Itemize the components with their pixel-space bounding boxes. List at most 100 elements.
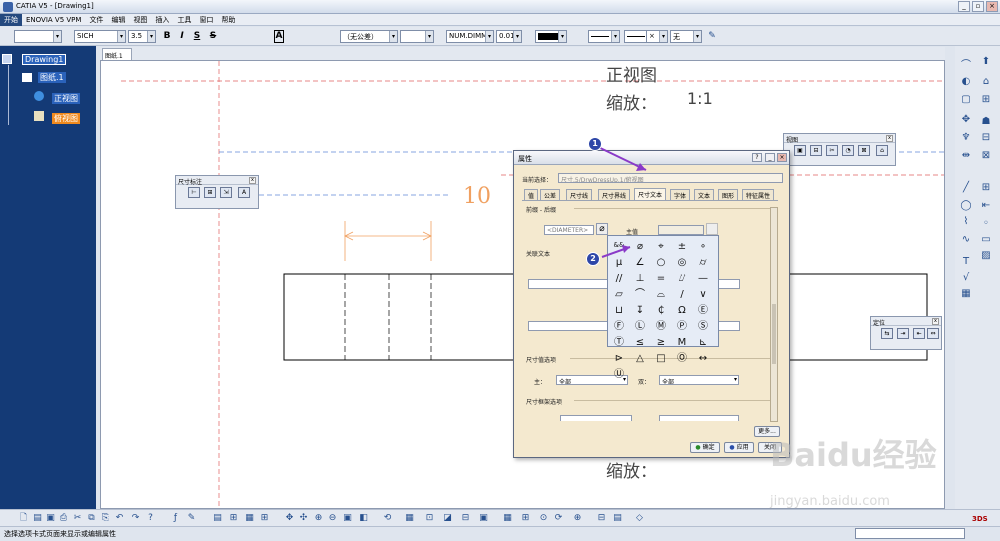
tab-value[interactable]: 值 xyxy=(524,189,539,200)
detail-view-icon[interactable]: ◔ xyxy=(842,145,854,156)
normal-view-icon[interactable]: ▣ xyxy=(342,513,353,524)
symbol-option[interactable]: ≤ xyxy=(633,336,647,350)
tree-node-top-view[interactable]: 俯视图 xyxy=(52,113,80,124)
symbol-option[interactable]: Ⓣ xyxy=(612,336,626,350)
symbol-option[interactable]: = xyxy=(654,272,668,286)
apply-button[interactable]: ● 应用 xyxy=(724,442,754,453)
hide-show-icon[interactable]: ◧ xyxy=(358,513,369,524)
clipping-view-icon[interactable]: ⊠ xyxy=(858,145,870,156)
tolerance-select[interactable]: （无公差） ▾ xyxy=(340,30,398,43)
frame-select-dual[interactable] xyxy=(659,415,739,421)
paste-icon[interactable]: ⎘ xyxy=(100,513,111,524)
catalog-icon[interactable]: ▦ xyxy=(244,513,255,524)
pan-icon[interactable]: ✣ xyxy=(298,513,309,524)
assoc-text-below[interactable] xyxy=(528,321,608,331)
symbol-option[interactable]: ⌒ xyxy=(633,288,647,302)
sheet-icon[interactable]: ▤ xyxy=(212,513,223,524)
align-icon[interactable]: ⇆ xyxy=(881,328,893,339)
tab-font[interactable]: 字体 xyxy=(670,189,691,200)
swap-icon[interactable]: ⟲ xyxy=(382,513,393,524)
frame-button[interactable]: A xyxy=(274,30,284,43)
grid-icon[interactable]: ⊞ xyxy=(979,182,993,194)
underline-button[interactable]: S xyxy=(192,30,202,43)
select-icon[interactable]: ⬆ xyxy=(979,56,993,68)
symbol-option[interactable]: ○ xyxy=(654,256,668,270)
symbol-option[interactable]: △ xyxy=(633,352,647,366)
dimension-style-select[interactable]: NUM.DIMM ▾ xyxy=(446,30,494,43)
symbol-option[interactable]: Ⓤ xyxy=(612,368,626,382)
symbol-option[interactable]: ⌖ xyxy=(654,240,668,254)
projection-view-icon[interactable]: ⊟ xyxy=(810,145,822,156)
frame-tool-icon[interactable]: ▢ xyxy=(959,94,973,106)
symbol-option[interactable]: Ⓕ xyxy=(612,320,626,334)
fill-icon[interactable]: ▨ xyxy=(979,250,993,262)
linetype-select[interactable]: ▾ xyxy=(588,30,620,43)
analysis-icon[interactable]: ◪ xyxy=(442,513,453,524)
restore-button[interactable]: ▫ xyxy=(972,1,984,12)
leader-icon[interactable]: √ xyxy=(959,272,973,284)
chained-dimension-icon[interactable]: ⊞ xyxy=(204,187,216,198)
annotation-icon[interactable]: ⊠ xyxy=(979,150,993,162)
front-view-tool-icon[interactable]: ▣ xyxy=(794,145,806,156)
tab-feature-properties[interactable]: 特征属性 xyxy=(742,189,775,200)
help-icon[interactable]: ? xyxy=(145,513,156,524)
close-button[interactable]: × xyxy=(777,153,787,162)
menu-help[interactable]: 帮助 xyxy=(217,14,239,26)
close-icon[interactable]: x xyxy=(249,177,256,184)
symbol-option[interactable]: ≥ xyxy=(654,336,668,350)
grid-tool-icon[interactable]: ⊞ xyxy=(979,94,993,106)
symbol-option[interactable]: ∨ xyxy=(696,288,710,302)
snap-icon[interactable]: ⊡ xyxy=(424,513,435,524)
print-icon[interactable]: ⎙ xyxy=(58,513,69,524)
bold-button[interactable]: B xyxy=(162,30,172,43)
tree-node-drawing[interactable]: Drawing1 xyxy=(22,54,67,65)
ok-button[interactable]: ● 确定 xyxy=(690,442,720,453)
symbol-option[interactable]: M xyxy=(675,336,689,350)
dimension-system-icon[interactable]: ▣ xyxy=(478,513,489,524)
symbol-option[interactable]: — xyxy=(696,272,710,286)
balloon-icon[interactable]: ⊙ xyxy=(538,513,549,524)
menu-enovia[interactable]: ENOVIA V5 VPM xyxy=(22,15,85,25)
anchor-icon[interactable]: ♆ xyxy=(959,132,973,144)
zoom-in-icon[interactable]: ⊕ xyxy=(313,513,324,524)
constraints-icon[interactable]: ⊟ xyxy=(460,513,471,524)
symbol-option[interactable]: ⊳ xyxy=(612,352,626,366)
dress-up-icon[interactable]: ☗ xyxy=(979,116,993,128)
menu-tools[interactable]: 工具 xyxy=(173,14,195,26)
tab-graphic[interactable]: 图形 xyxy=(718,189,739,200)
dimension-icon[interactable]: ⊢ xyxy=(188,187,200,198)
stretch-icon[interactable]: ⇹ xyxy=(959,150,973,162)
symbol-option[interactable]: ↧ xyxy=(633,304,647,318)
layer-icon[interactable]: ⊞ xyxy=(228,513,239,524)
font-select[interactable]: SICH ▾ xyxy=(74,30,126,43)
filter-icon[interactable]: ⊕ xyxy=(572,513,583,524)
copy-icon[interactable]: ⧉ xyxy=(86,513,97,524)
tab-text[interactable]: 文本 xyxy=(694,189,715,200)
spline-icon[interactable]: ⌇ xyxy=(959,216,973,228)
symbol-option[interactable]: ⌰ xyxy=(675,272,689,286)
table-display-icon[interactable]: ▦ xyxy=(502,513,513,524)
formula-icon[interactable]: ƒ xyxy=(170,513,181,524)
symbol-option[interactable]: Ⓛ xyxy=(633,320,647,334)
symbol-option[interactable]: Ⓟ xyxy=(675,320,689,334)
symbol-option[interactable]: ⊔ xyxy=(612,304,626,318)
menu-window[interactable]: 窗口 xyxy=(195,14,217,26)
symbol-option[interactable]: Ⓔ xyxy=(696,304,710,318)
circle-icon[interactable]: ◯ xyxy=(959,200,973,212)
help-button[interactable]: ? xyxy=(752,153,762,162)
command-input[interactable] xyxy=(855,528,965,539)
symbol-option[interactable]: ◎ xyxy=(675,256,689,270)
close-button[interactable]: × xyxy=(986,1,998,12)
symbol-option[interactable]: ∘ xyxy=(696,240,710,254)
symbol-option[interactable]: Ⓢ xyxy=(696,320,710,334)
tolerance-value-select[interactable]: ▾ xyxy=(400,30,434,43)
symbol-option[interactable]: ⏥ xyxy=(612,288,626,302)
dimension-value[interactable]: 10 xyxy=(463,184,491,209)
symbol-option[interactable]: □ xyxy=(654,352,668,366)
view-wizard-icon[interactable]: ⌂ xyxy=(876,145,888,156)
close-icon[interactable]: x xyxy=(886,135,893,142)
minimize-button[interactable]: _ xyxy=(958,1,970,12)
rectangle-icon[interactable]: ▭ xyxy=(979,234,993,246)
new-icon[interactable]: 🗋 xyxy=(18,513,29,524)
symbol-option[interactable]: ⊾ xyxy=(696,336,710,350)
